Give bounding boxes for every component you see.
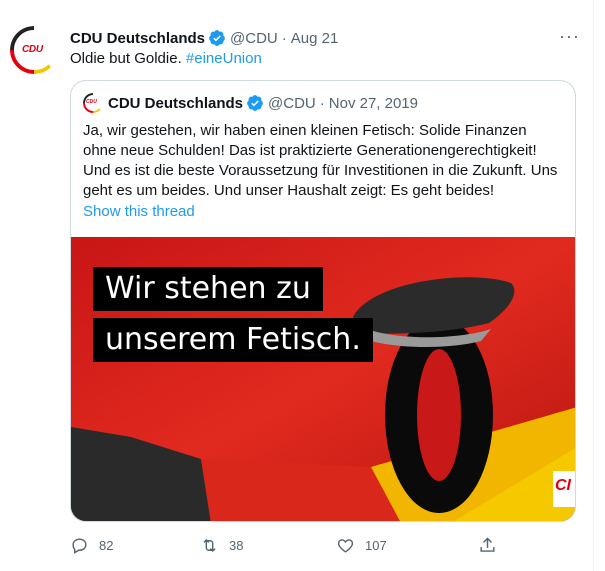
quote-author-handle: @CDU: [268, 94, 316, 112]
author-handle[interactable]: @CDU: [230, 30, 278, 47]
quote-verified-badge-icon: [247, 95, 263, 111]
quote-text: Ja, wir gestehen, wir haben einen kleine…: [83, 122, 558, 199]
tweet[interactable]: CDU CDU Deutschlands @CDU · Aug 21 ··· O…: [0, 0, 594, 571]
tweet-date[interactable]: Aug 21: [291, 30, 339, 47]
retweet-button[interactable]: 38: [200, 534, 243, 556]
avatar[interactable]: CDU: [10, 26, 58, 74]
verified-badge-icon: [209, 30, 225, 46]
quote-avatar[interactable]: CDU: [83, 93, 103, 113]
tweet-text: Oldie but Goldie. #eineUnion: [70, 49, 262, 69]
share-button[interactable]: [478, 534, 507, 556]
tweet-actions: 82 38 107: [70, 534, 510, 556]
quote-date: Nov 27, 2019: [328, 94, 418, 112]
reply-button[interactable]: 82: [70, 534, 113, 556]
poster-corner-logo: CI: [555, 477, 571, 494]
reply-icon: [72, 537, 87, 554]
hashtag-link[interactable]: #eineUnion: [186, 50, 262, 67]
heart-icon: [337, 538, 354, 553]
poster-caption-line2: unserem Fetisch.: [93, 318, 373, 362]
more-options-icon[interactable]: ···: [559, 26, 580, 47]
like-count: 107: [365, 537, 387, 553]
avatar-logo: CDU: [22, 44, 43, 55]
tweet-header: CDU Deutschlands @CDU · Aug 21: [70, 28, 584, 48]
quote-author-name: CDU Deutschlands: [108, 94, 244, 112]
retweet-count: 38: [229, 537, 244, 553]
like-button[interactable]: 107: [336, 534, 387, 556]
retweet-icon: [203, 538, 216, 552]
share-icon: [480, 536, 495, 552]
separator-dot: ·: [281, 29, 287, 47]
quoted-tweet[interactable]: CDU CDU Deutschlands @CDU · Nov 27, 2019…: [70, 80, 576, 522]
quote-image[interactable]: Wir stehen zu unserem Fetisch. 0 CI: [71, 237, 575, 521]
quote-avatar-logo: CDU: [86, 99, 97, 105]
reply-count: 82: [99, 537, 114, 553]
show-thread-link[interactable]: Show this thread: [83, 203, 195, 220]
author-name[interactable]: CDU Deutschlands: [70, 30, 205, 47]
poster-caption-line1: Wir stehen zu: [93, 267, 323, 311]
tweet-text-plain: Oldie but Goldie.: [70, 50, 186, 67]
quote-separator-dot: ·: [319, 94, 325, 112]
quote-header: CDU CDU Deutschlands @CDU · Nov 27, 2019: [83, 93, 418, 113]
